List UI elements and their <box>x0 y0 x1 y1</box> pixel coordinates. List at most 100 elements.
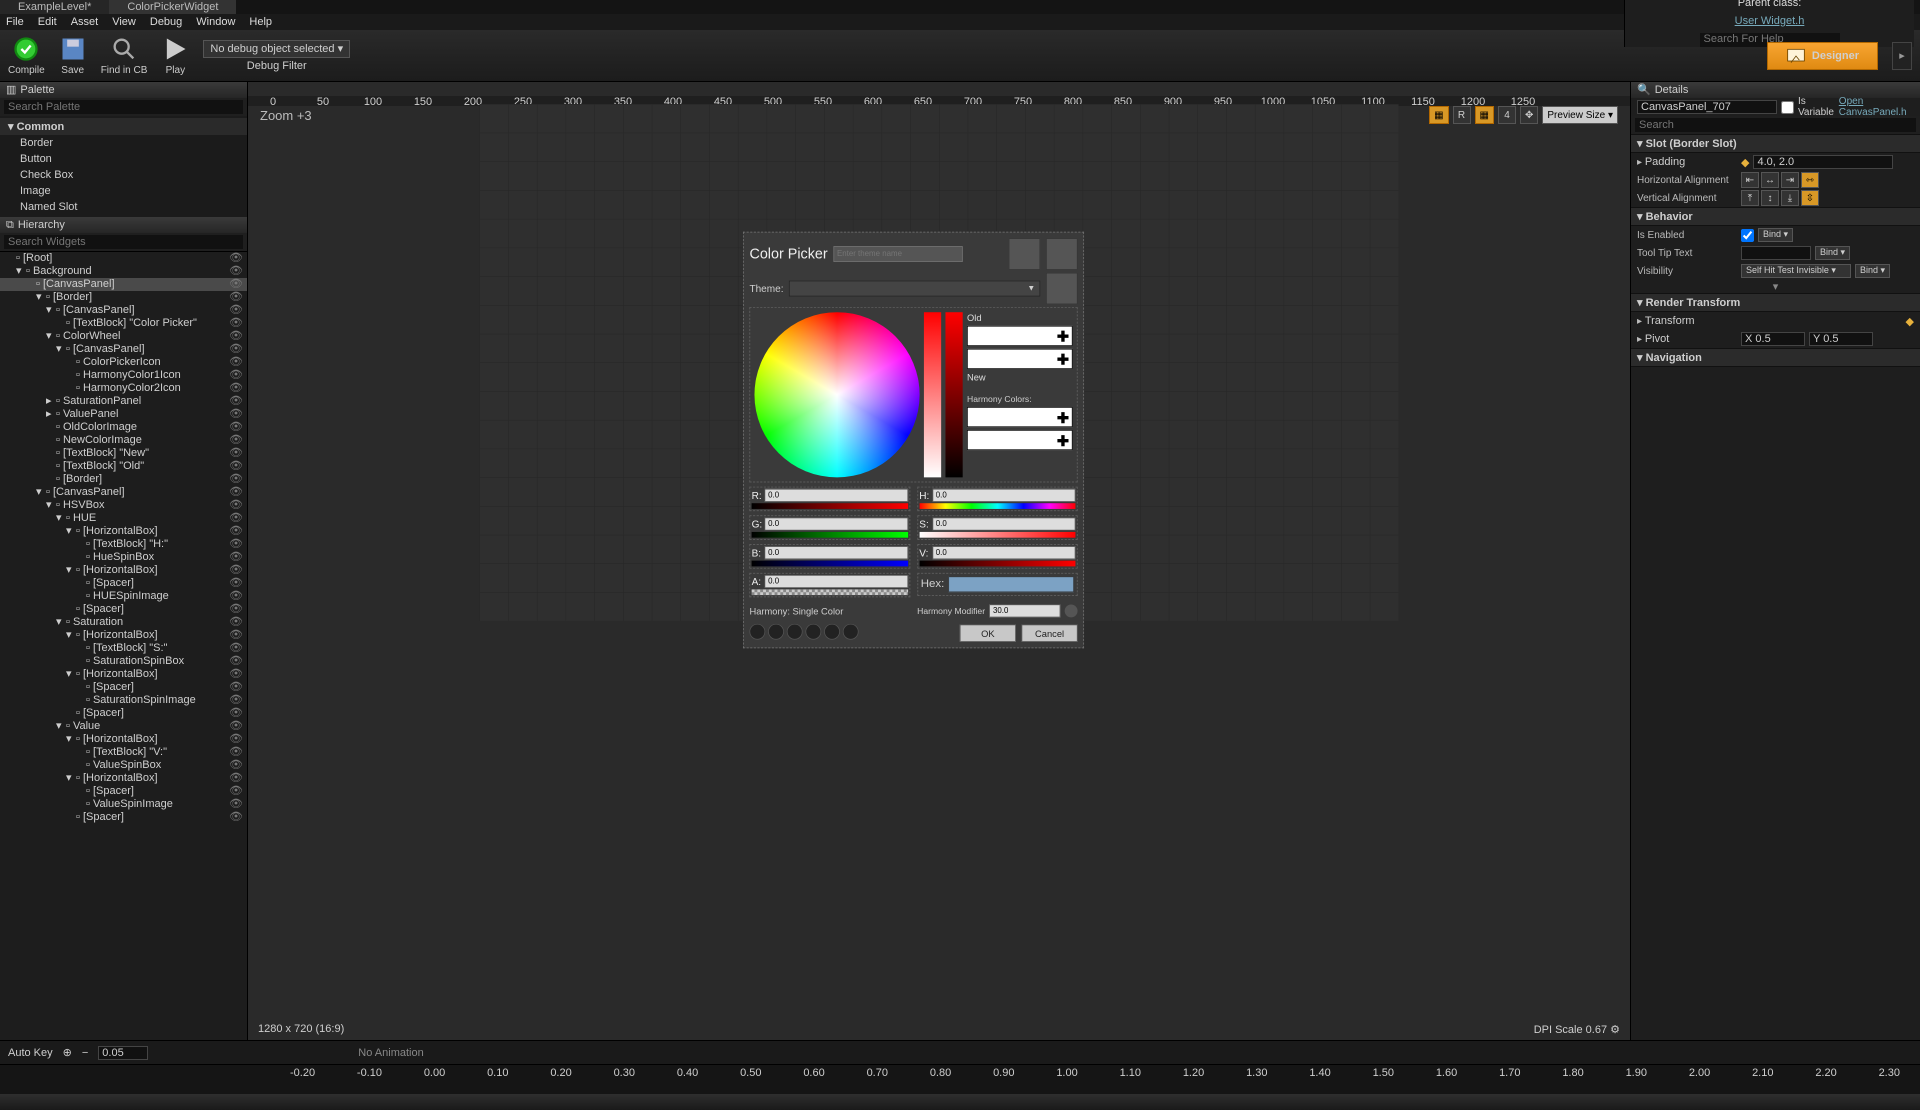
object-name-input[interactable] <box>1637 100 1777 114</box>
old-color-swatch[interactable]: ✚ <box>967 326 1073 346</box>
bind-button[interactable]: Bind ▾ <box>1815 246 1850 260</box>
save-theme-icon[interactable] <box>1009 238 1041 270</box>
preview-size-dropdown[interactable]: Preview Size ▾ <box>1542 106 1618 124</box>
tree-item[interactable]: ▾▫ Saturation👁 <box>0 616 247 629</box>
graph-mode-collapsed[interactable]: ▸ <box>1892 42 1912 70</box>
palette-item[interactable]: Border <box>0 135 247 151</box>
open-header-link[interactable]: Open CanvasPanel.h <box>1839 96 1914 118</box>
tree-item[interactable]: ▾▫ [HorizontalBox]👁 <box>0 772 247 785</box>
valign-center[interactable]: ↕ <box>1761 190 1779 206</box>
delete-theme-icon[interactable] <box>1046 238 1078 270</box>
halign-left[interactable]: ⇤ <box>1741 172 1759 188</box>
tree-item[interactable]: ▾▫ Value👁 <box>0 720 247 733</box>
harmony-mod-input[interactable] <box>989 604 1060 617</box>
tooltip-input[interactable] <box>1741 246 1811 260</box>
s-bar[interactable] <box>919 532 1075 538</box>
tree-item[interactable]: ▫ [Spacer]👁 <box>0 707 247 720</box>
tree-item[interactable]: ▫ NewColorImage👁 <box>0 434 247 447</box>
tree-item[interactable]: ▫ [TextBlock] "Old"👁 <box>0 460 247 473</box>
expand-more-icon[interactable]: ▾ <box>1631 280 1920 293</box>
palette-item[interactable]: Button <box>0 151 247 167</box>
harmony-mode-options[interactable] <box>749 624 909 640</box>
tree-item[interactable]: ▫ HarmonyColor1Icon👁 <box>0 369 247 382</box>
tree-item[interactable]: ▫ ValueSpinBox👁 <box>0 759 247 772</box>
a-bar[interactable] <box>752 589 908 595</box>
menu-help[interactable]: Help <box>249 16 272 28</box>
compile-button[interactable]: Compile <box>8 35 45 76</box>
tree-item[interactable]: ▾▫ [CanvasPanel]👁 <box>0 343 247 356</box>
h-bar[interactable] <box>919 503 1075 509</box>
b-bar[interactable] <box>752 561 908 567</box>
menu-view[interactable]: View <box>112 16 136 28</box>
minus-icon[interactable]: − <box>82 1047 88 1059</box>
halign-fill[interactable]: ⇿ <box>1801 172 1819 188</box>
tree-item[interactable]: ▫ HUESpinImage👁 <box>0 590 247 603</box>
tree-item[interactable]: ▫ [TextBlock] "H:"👁 <box>0 538 247 551</box>
g-bar[interactable] <box>752 532 908 538</box>
tree-item[interactable]: ▫ HarmonyColor2Icon👁 <box>0 382 247 395</box>
vp-toggle-outline[interactable]: ▦ <box>1429 106 1448 124</box>
menu-asset[interactable]: Asset <box>71 16 99 28</box>
saturation-slider[interactable] <box>924 312 941 477</box>
bind-button[interactable]: Bind ▾ <box>1758 228 1793 242</box>
v-input[interactable] <box>932 546 1075 559</box>
menu-edit[interactable]: Edit <box>38 16 57 28</box>
palette-item[interactable]: Check Box <box>0 167 247 183</box>
bind-button[interactable]: Bind ▾ <box>1855 264 1890 278</box>
vp-fit-icon[interactable]: ✥ <box>1520 106 1538 124</box>
tree-item[interactable]: ▾▫ [HorizontalBox]👁 <box>0 733 247 746</box>
halign-right[interactable]: ⇥ <box>1781 172 1799 188</box>
theme-dropdown[interactable]: ▼ <box>789 281 1040 297</box>
tree-item[interactable]: ▫ ColorPickerIcon👁 <box>0 356 247 369</box>
value-slider[interactable] <box>945 312 962 477</box>
tree-item[interactable]: ▫ [TextBlock] "S:"👁 <box>0 642 247 655</box>
tree-item[interactable]: ▾▫ HUE👁 <box>0 512 247 525</box>
find-in-cb-button[interactable]: Find in CB <box>101 35 148 76</box>
palette-category[interactable]: ▾ Common <box>0 118 247 135</box>
tree-item[interactable]: ▫ OldColorImage👁 <box>0 421 247 434</box>
key-icon[interactable]: ⊕ <box>63 1046 72 1059</box>
key-step-input[interactable] <box>98 1046 148 1060</box>
hierarchy-tree[interactable]: ▫ [Root]👁▾▫ Background👁▫ [CanvasPanel]👁▾… <box>0 251 247 1040</box>
pivot-y-input[interactable] <box>1809 332 1873 346</box>
tree-item[interactable]: ▫ HueSpinBox👁 <box>0 551 247 564</box>
cancel-button[interactable]: Cancel <box>1022 625 1078 642</box>
viewport[interactable]: 0501001502002503003504004505005506006507… <box>248 82 1630 1040</box>
palette-item[interactable]: Named Slot <box>0 199 247 215</box>
tree-item[interactable]: ▫ [CanvasPanel]👁 <box>0 278 247 291</box>
tree-item[interactable]: ▾▫ HSVBox👁 <box>0 499 247 512</box>
menu-debug[interactable]: Debug <box>150 16 182 28</box>
vp-grid-size[interactable]: 4 <box>1498 106 1516 124</box>
s-input[interactable] <box>932 518 1075 531</box>
tree-item[interactable]: ▫ SaturationSpinBox👁 <box>0 655 247 668</box>
valign-fill[interactable]: ⇳ <box>1801 190 1819 206</box>
valign-top[interactable]: ⤒ <box>1741 190 1759 206</box>
g-input[interactable] <box>765 518 908 531</box>
tree-item[interactable]: ▾▫ [HorizontalBox]👁 <box>0 564 247 577</box>
valign-bottom[interactable]: ⤓ <box>1781 190 1799 206</box>
tree-item[interactable]: ▾▫ [HorizontalBox]👁 <box>0 525 247 538</box>
palette-item[interactable]: Image <box>0 183 247 199</box>
harmony-mod-knob[interactable] <box>1065 604 1078 617</box>
theme-settings-icon[interactable] <box>1046 273 1078 305</box>
r-input[interactable] <box>765 489 908 502</box>
v-bar[interactable] <box>919 561 1075 567</box>
hex-input[interactable] <box>949 576 1074 592</box>
vp-toggle-r[interactable]: R <box>1453 106 1471 124</box>
padding-input[interactable] <box>1753 155 1893 169</box>
tree-item[interactable]: ▫ [Root]👁 <box>0 252 247 265</box>
tree-item[interactable]: ▾▫ ColorWheel👁 <box>0 330 247 343</box>
ok-button[interactable]: OK <box>960 625 1016 642</box>
save-button[interactable]: Save <box>59 35 87 76</box>
tab-level[interactable]: ExampleLevel* <box>0 0 109 14</box>
menu-file[interactable]: File <box>6 16 24 28</box>
details-search[interactable] <box>1635 118 1916 132</box>
hierarchy-search[interactable] <box>4 235 243 249</box>
tree-item[interactable]: ▫ [TextBlock] "New"👁 <box>0 447 247 460</box>
vp-toggle-grid[interactable]: ▦ <box>1475 106 1494 124</box>
tree-item[interactable]: ▾▫ [CanvasPanel]👁 <box>0 486 247 499</box>
canvas[interactable]: Color Picker Theme: ▼ Old ✚ <box>479 104 1398 621</box>
group-render[interactable]: ▾ Render Transform <box>1631 293 1920 312</box>
halign-center[interactable]: ↔ <box>1761 172 1779 188</box>
group-behavior[interactable]: ▾ Behavior <box>1631 207 1920 226</box>
